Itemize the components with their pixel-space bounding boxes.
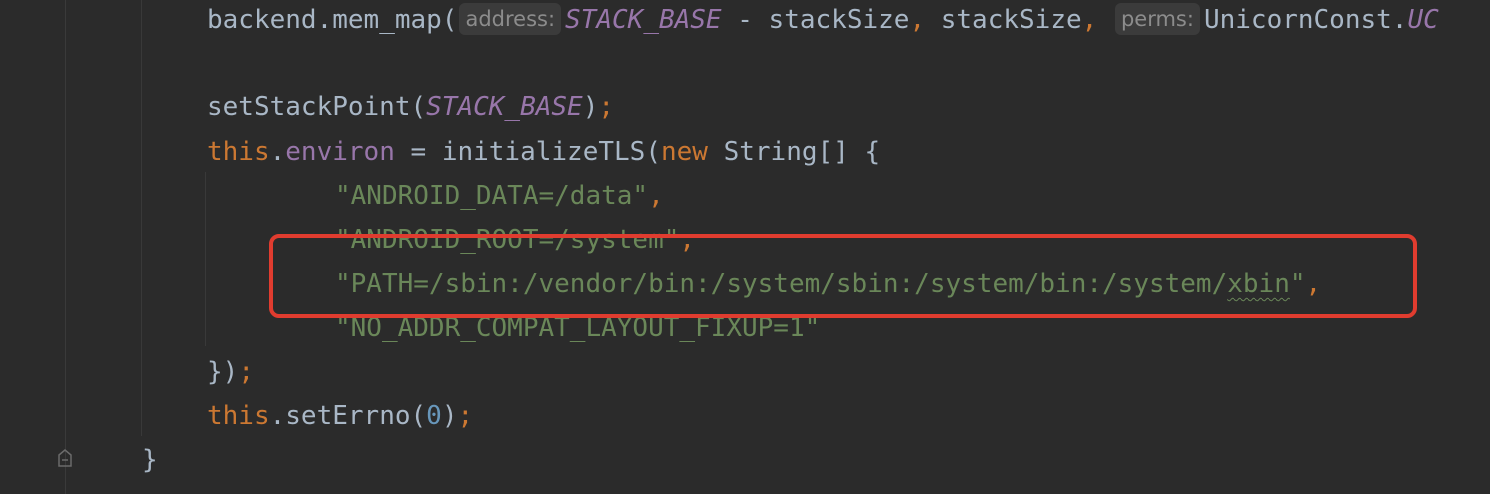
string-path-end-quote: " bbox=[1289, 269, 1306, 299]
token-minus-stacksize: - stackSize bbox=[721, 5, 910, 35]
token-dot: . bbox=[316, 5, 333, 35]
code-line-environ[interactable]: this.environ = initializeTLS(new String[… bbox=[207, 132, 880, 172]
token-stack-base: STACK_BASE bbox=[565, 5, 722, 35]
token-mem-map: mem_map( bbox=[332, 5, 458, 35]
gutter-divider bbox=[65, 0, 66, 494]
token-close-paren: ) bbox=[441, 401, 458, 431]
code-editor[interactable]: backend.mem_map(address: STACK_BASE - sta… bbox=[0, 0, 1490, 494]
indent-guide bbox=[141, 0, 142, 436]
token-close-brace-paren: }) bbox=[207, 357, 239, 387]
token-comma: , bbox=[679, 225, 696, 255]
token-close-paren: ) bbox=[582, 92, 599, 122]
token-environ: environ bbox=[285, 137, 395, 167]
string-path: "PATH=/sbin:/vendor/bin:/system/sbin:/sy… bbox=[335, 269, 1228, 299]
editor-gutter[interactable] bbox=[0, 0, 66, 494]
token-this: this bbox=[207, 137, 270, 167]
token-stacksize: stackSize bbox=[925, 5, 1082, 35]
code-line-set-errno[interactable]: this.setErrno(0); bbox=[207, 396, 473, 436]
token-comma: , bbox=[1081, 5, 1098, 35]
string-no-addr-compat: "NO_ADDR_COMPAT_LAYOUT_FIXUP=1" bbox=[335, 313, 821, 343]
param-hint-perms: perms: bbox=[1114, 3, 1200, 35]
token-initialize-tls: = initializeTLS( bbox=[394, 137, 661, 167]
indent-guide bbox=[205, 172, 206, 346]
token-dot: . bbox=[269, 137, 286, 167]
code-line-android-data[interactable]: "ANDROID_DATA=/data", bbox=[335, 176, 664, 216]
code-line-path[interactable]: "PATH=/sbin:/vendor/bin:/system/sbin:/sy… bbox=[335, 264, 1321, 304]
fold-collapse-icon[interactable] bbox=[57, 449, 73, 467]
token-comma: , bbox=[1305, 269, 1322, 299]
string-android-root: "ANDROID_ROOT=/system" bbox=[335, 225, 680, 255]
code-line-set-stack-point[interactable]: setStackPoint(STACK_BASE); bbox=[207, 87, 614, 127]
token-comma: , bbox=[909, 5, 926, 35]
code-line-android-root[interactable]: "ANDROID_ROOT=/system", bbox=[335, 220, 695, 260]
code-line-mem-map[interactable]: backend.mem_map(address: STACK_BASE - sta… bbox=[207, 0, 1439, 40]
token-comma: , bbox=[648, 181, 664, 211]
token-close-brace: } bbox=[142, 445, 158, 475]
token-uc: UC bbox=[1407, 5, 1439, 35]
string-android-data: "ANDROID_DATA=/data" bbox=[335, 181, 649, 211]
token-zero: 0 bbox=[426, 401, 442, 431]
code-line-close-array[interactable]: }); bbox=[207, 352, 254, 392]
token-new: new bbox=[660, 137, 708, 167]
token-backend: backend bbox=[207, 5, 317, 35]
param-hint-address: address: bbox=[459, 3, 562, 35]
token-semicolon: ; bbox=[598, 92, 615, 122]
token-string-array: String[] { bbox=[707, 137, 881, 167]
token-dot: . bbox=[269, 401, 286, 431]
token-semicolon: ; bbox=[238, 357, 254, 387]
token-this: this bbox=[207, 401, 270, 431]
code-line-no-addr-compat[interactable]: "NO_ADDR_COMPAT_LAYOUT_FIXUP=1" bbox=[335, 308, 820, 348]
token-unicorn-const: UnicornConst. bbox=[1203, 5, 1408, 35]
token-set-errno: setErrno( bbox=[285, 401, 427, 431]
string-path-xbin-typo: xbin bbox=[1227, 269, 1290, 299]
token-set-stack-point: setStackPoint( bbox=[207, 92, 427, 122]
code-line-close-brace[interactable]: } bbox=[142, 440, 158, 480]
token-stack-base: STACK_BASE bbox=[426, 92, 583, 122]
token-semicolon: ; bbox=[457, 401, 474, 431]
